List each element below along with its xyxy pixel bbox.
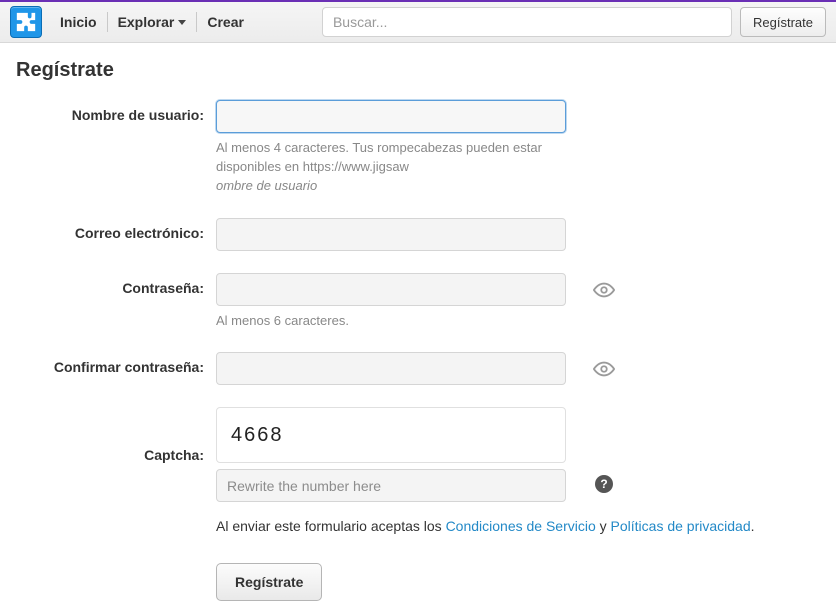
captcha-display: 4668 — [216, 407, 566, 463]
logo-icon[interactable] — [10, 6, 42, 38]
email-input[interactable] — [216, 218, 566, 251]
eye-icon[interactable] — [593, 358, 615, 380]
username-hint: Al menos 4 caracteres. Tus rompecabezas … — [216, 139, 584, 196]
nav-links: Inicio Explorar Crear — [50, 10, 254, 34]
eye-icon[interactable] — [593, 279, 615, 301]
captcha-input[interactable] — [216, 469, 566, 502]
submit-button[interactable]: Regístrate — [216, 563, 322, 601]
nav-explore-label: Explorar — [118, 14, 175, 30]
email-label: Correo electrónico: — [16, 218, 216, 241]
password-label: Contraseña: — [16, 273, 216, 296]
privacy-link[interactable]: Políticas de privacidad — [611, 518, 751, 534]
terms-text: Al enviar este formulario aceptas los Co… — [216, 516, 776, 537]
nav-create[interactable]: Crear — [197, 10, 254, 34]
tos-link[interactable]: Condiciones de Servicio — [446, 518, 596, 534]
help-icon[interactable]: ? — [595, 475, 613, 493]
nav-explore[interactable]: Explorar — [108, 10, 197, 34]
top-bar: Inicio Explorar Crear Regístrate — [0, 0, 836, 43]
nav-home[interactable]: Inicio — [50, 10, 107, 34]
register-top-button[interactable]: Regístrate — [740, 7, 826, 37]
confirm-label: Confirmar contraseña: — [16, 352, 216, 375]
password-input[interactable] — [216, 273, 566, 306]
password-hint: Al menos 6 caracteres. — [216, 312, 584, 331]
username-input[interactable] — [216, 100, 566, 133]
confirm-password-input[interactable] — [216, 352, 566, 385]
page-title: Regístrate — [16, 59, 820, 82]
page-content: Regístrate Nombre de usuario: Al menos 4… — [0, 43, 836, 601]
captcha-label: Captcha: — [16, 407, 216, 463]
search-input[interactable] — [322, 7, 732, 37]
username-label: Nombre de usuario: — [16, 100, 216, 123]
chevron-down-icon — [178, 20, 186, 25]
